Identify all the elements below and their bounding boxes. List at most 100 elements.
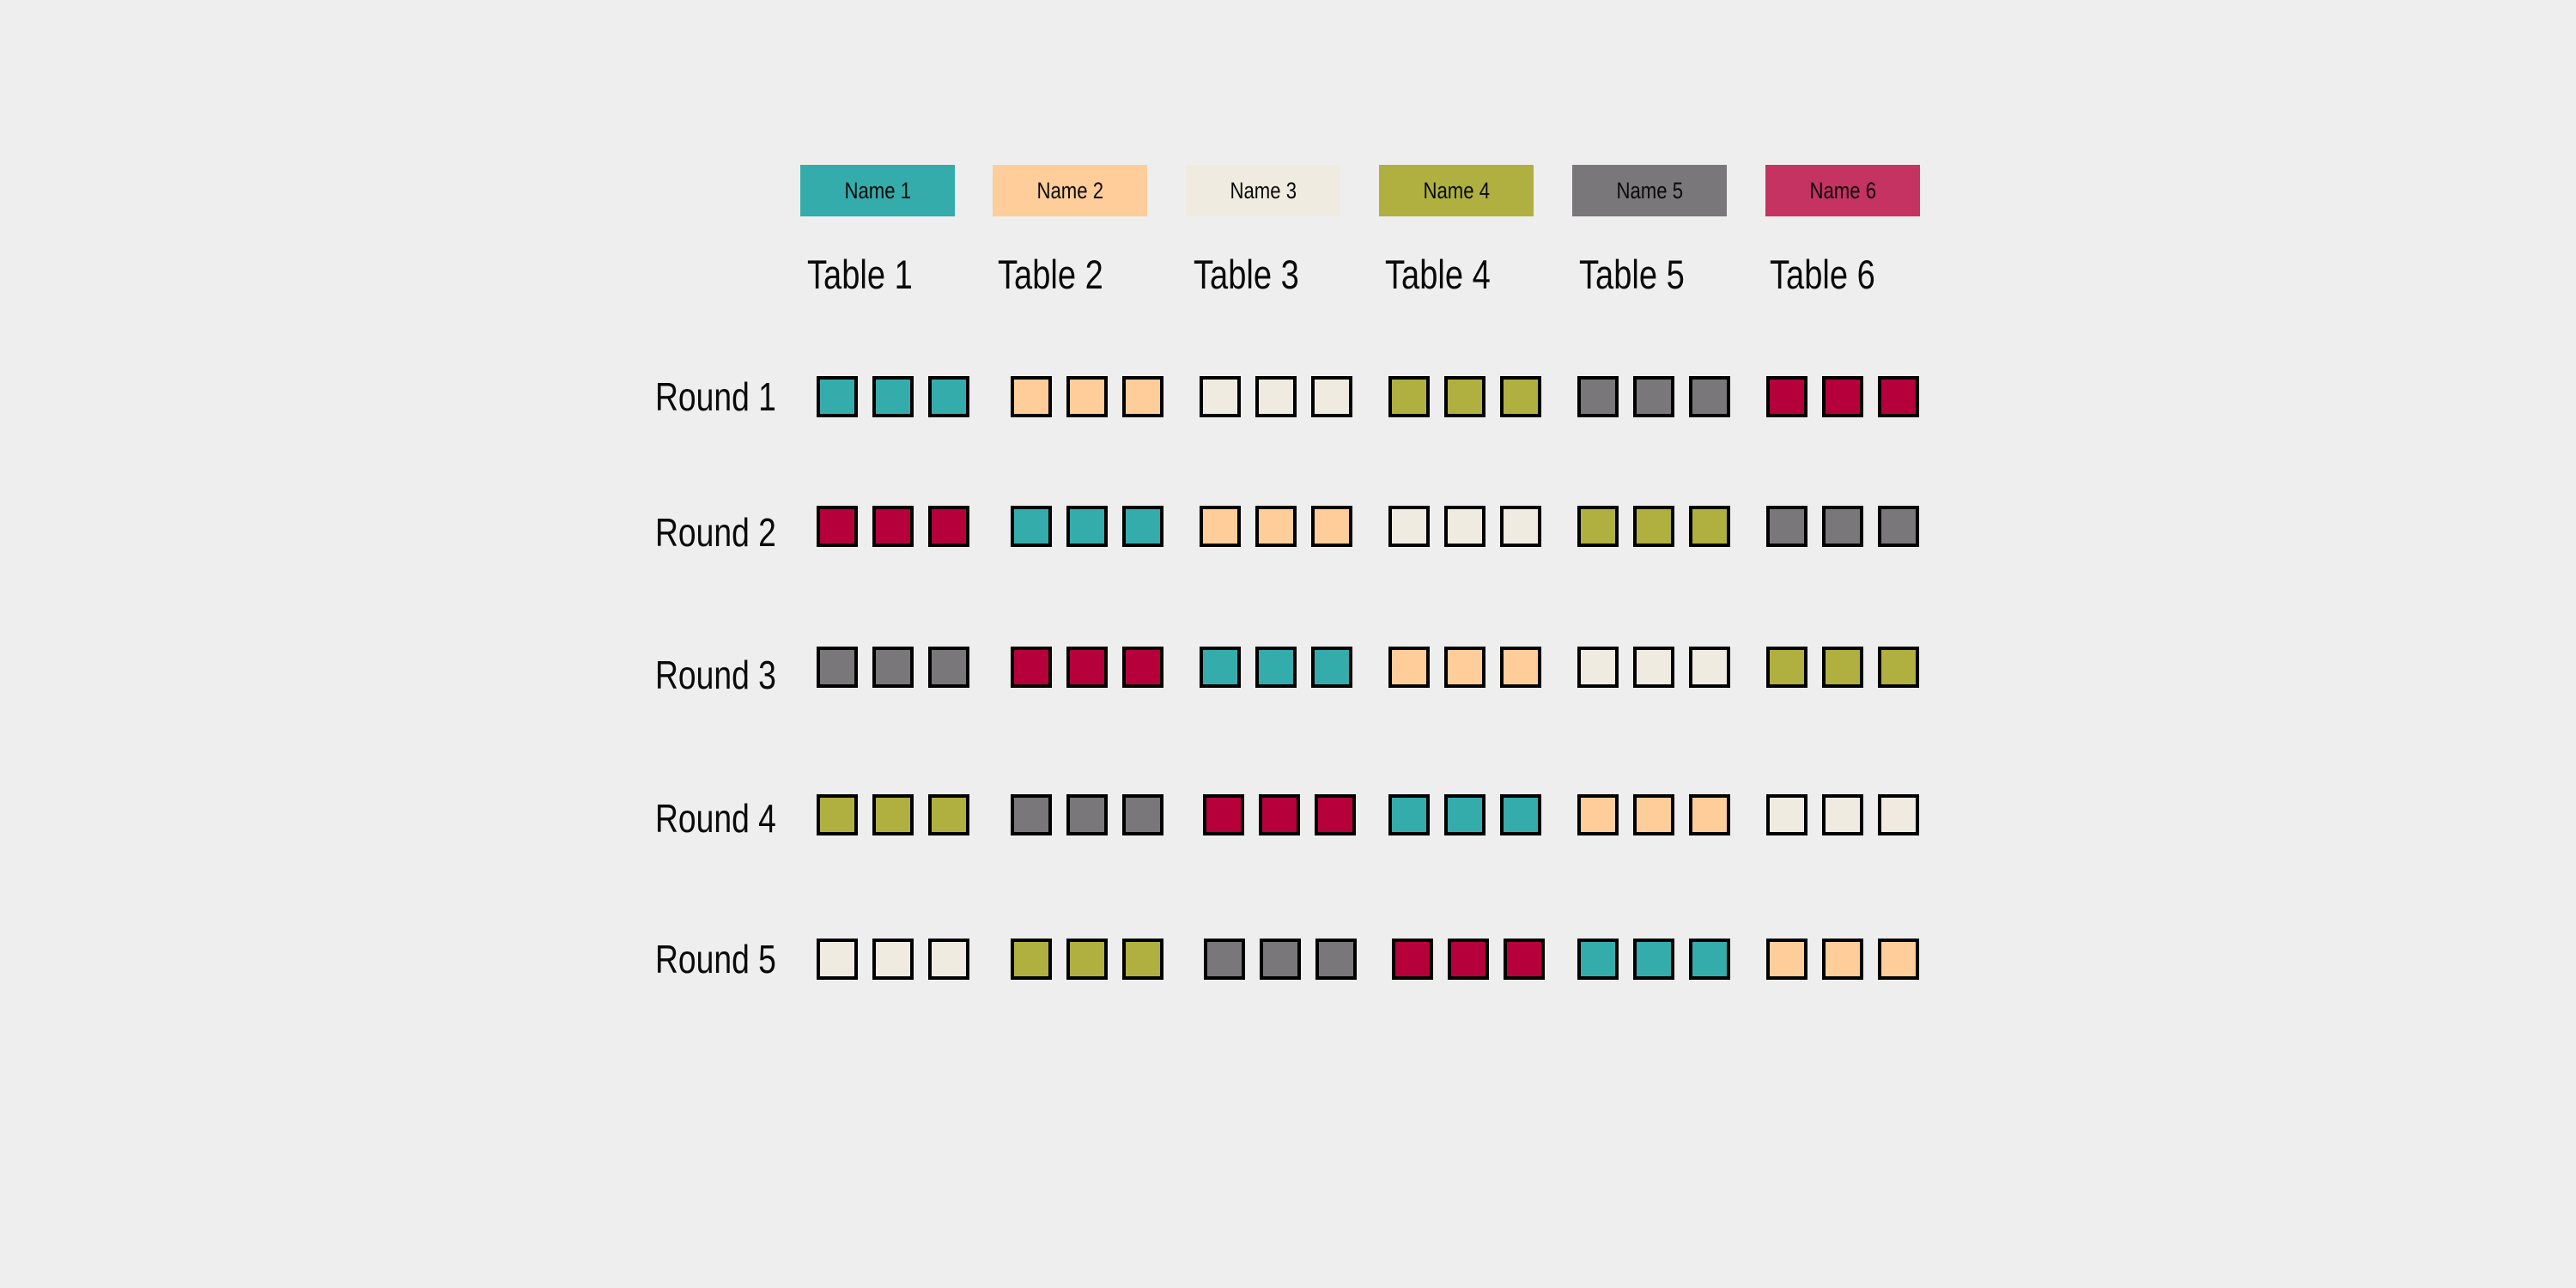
seat-square <box>872 794 914 835</box>
seat-square <box>1066 506 1108 547</box>
seat-square <box>1504 939 1545 980</box>
name-badge-5: Name 5 <box>1572 165 1727 216</box>
table-header-3: Table 3 <box>1194 252 1299 297</box>
seat-square <box>1878 506 1919 547</box>
seat-square <box>1577 794 1619 835</box>
table-header-4: Table 4 <box>1385 252 1491 297</box>
name-badge-label: Name 2 <box>1036 177 1103 204</box>
seat-square <box>1689 506 1730 547</box>
seat-square <box>1633 376 1674 417</box>
name-badge-3: Name 3 <box>1186 165 1340 216</box>
seat-square <box>1388 794 1430 835</box>
seat-square <box>1878 376 1919 417</box>
seat-square <box>1633 647 1674 688</box>
seat-square <box>1392 939 1433 980</box>
seat-square <box>1822 376 1863 417</box>
seat-square <box>1122 506 1163 547</box>
name-badge-2: Name 2 <box>993 165 1147 216</box>
seat-square <box>872 376 914 417</box>
seat-square <box>1204 939 1245 980</box>
seat-square <box>928 506 969 547</box>
seat-square <box>1260 939 1301 980</box>
name-badge-label: Name 1 <box>844 177 911 204</box>
seat-square <box>1822 939 1863 980</box>
seat-square <box>872 939 914 980</box>
seat-square <box>1577 506 1619 547</box>
round-label-1: Round 1 <box>655 374 776 419</box>
seat-square <box>1388 506 1430 547</box>
seat-square <box>1255 376 1297 417</box>
seat-square <box>817 939 858 980</box>
table-header-2: Table 2 <box>998 252 1103 297</box>
seat-square <box>1011 506 1052 547</box>
seat-square <box>1822 794 1863 835</box>
seat-square <box>1066 376 1108 417</box>
seat-square <box>1500 794 1541 835</box>
seat-square <box>928 376 969 417</box>
seat-square <box>1878 794 1919 835</box>
seat-square <box>1448 939 1489 980</box>
seat-square <box>1766 647 1807 688</box>
seat-square <box>1444 376 1485 417</box>
name-badge-label: Name 3 <box>1230 177 1297 204</box>
seat-square <box>872 506 914 547</box>
seat-square <box>1200 376 1241 417</box>
seat-square <box>1315 939 1357 980</box>
seat-square <box>1766 506 1807 547</box>
seat-square <box>1122 376 1163 417</box>
seat-square <box>872 647 914 688</box>
seat-square <box>1633 506 1674 547</box>
seat-square <box>1122 794 1163 835</box>
seat-square <box>1011 376 1052 417</box>
seat-square <box>1822 506 1863 547</box>
seat-square <box>1689 794 1730 835</box>
seat-square <box>1011 647 1052 688</box>
name-badge-label: Name 5 <box>1616 177 1683 204</box>
seat-square <box>1766 794 1807 835</box>
seat-square <box>928 794 969 835</box>
name-badge-label: Name 4 <box>1423 177 1490 204</box>
seat-square <box>1766 376 1807 417</box>
seat-square <box>1259 794 1300 835</box>
seat-square <box>1878 939 1919 980</box>
seat-square <box>1255 506 1297 547</box>
seat-square <box>1011 939 1052 980</box>
seat-square <box>1311 506 1352 547</box>
round-label-3: Round 3 <box>655 653 776 697</box>
seat-square <box>1577 939 1619 980</box>
seat-square <box>1689 647 1730 688</box>
seat-square <box>1822 647 1863 688</box>
seat-square <box>928 647 969 688</box>
seat-square <box>1633 939 1674 980</box>
round-label-4: Round 4 <box>655 796 776 841</box>
seat-square <box>1066 647 1108 688</box>
table-header-1: Table 1 <box>807 252 913 297</box>
name-badge-4: Name 4 <box>1379 165 1534 216</box>
seat-square <box>1066 939 1108 980</box>
seat-square <box>1388 376 1430 417</box>
seat-square <box>817 506 858 547</box>
seat-square <box>1577 647 1619 688</box>
seat-square <box>1388 647 1430 688</box>
seat-square <box>1766 939 1807 980</box>
seat-square <box>1633 794 1674 835</box>
seat-square <box>1311 376 1352 417</box>
seat-square <box>1200 647 1241 688</box>
seat-square <box>1255 647 1297 688</box>
seat-square <box>1315 794 1356 835</box>
seat-square <box>1200 506 1241 547</box>
seat-square <box>1011 794 1052 835</box>
seat-square <box>1066 794 1108 835</box>
seat-square <box>1122 939 1163 980</box>
seat-square <box>1444 647 1485 688</box>
table-header-5: Table 5 <box>1579 252 1685 297</box>
seat-square <box>1500 647 1541 688</box>
seat-square <box>817 376 858 417</box>
seat-square <box>1122 647 1163 688</box>
name-badge-label: Name 6 <box>1809 177 1876 204</box>
seat-square <box>1689 939 1730 980</box>
seat-square <box>1444 506 1485 547</box>
seat-square <box>1444 794 1485 835</box>
round-label-5: Round 5 <box>655 937 776 981</box>
seat-square <box>1203 794 1244 835</box>
